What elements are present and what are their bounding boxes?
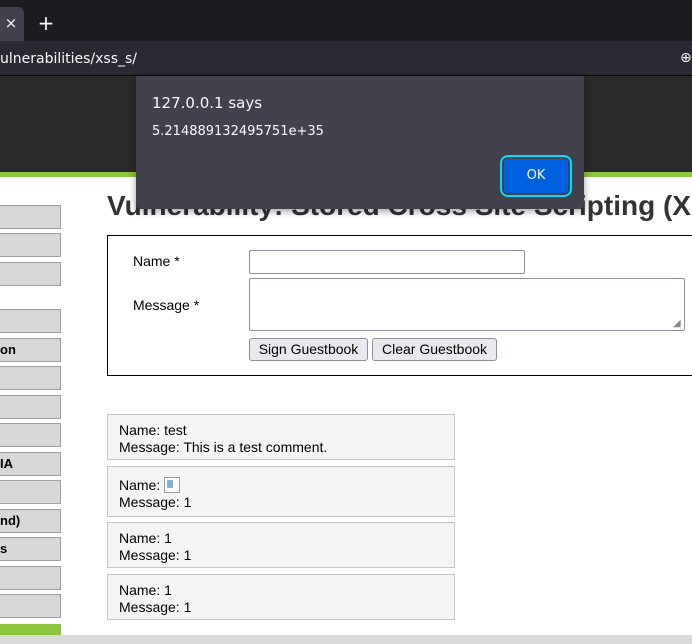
bottom-scroll-area	[0, 635, 692, 644]
menu-item[interactable]	[0, 395, 61, 419]
resize-handle-icon[interactable]: ◢	[673, 318, 681, 329]
ok-button[interactable]: OK	[504, 159, 568, 193]
new-tab-button[interactable]: +	[36, 13, 56, 33]
entry-message: Message: 1	[119, 546, 192, 563]
entry-message: Message: 1	[119, 493, 192, 510]
menu-item[interactable]	[0, 233, 61, 257]
menu-item[interactable]	[0, 309, 61, 333]
entry-name: Name: 1	[119, 582, 172, 598]
browser-top-strip	[0, 0, 692, 7]
alert-dialog: 127.0.0.1 says 5.214889132495751e+35 OK	[136, 76, 584, 209]
menu-item[interactable]	[0, 480, 61, 504]
guestbook-entry: Name: Message: 1	[107, 466, 455, 517]
menu-item[interactable]	[0, 366, 61, 390]
zoom-icon[interactable]: ⊕	[680, 49, 692, 67]
active-tab[interactable]: ×	[0, 7, 24, 41]
dialog-message: 5.214889132495751e+35	[152, 124, 324, 139]
broken-image-icon	[164, 477, 181, 493]
entry-name: Name:	[119, 477, 161, 493]
close-icon[interactable]: ×	[3, 14, 19, 32]
menu-item[interactable]: on	[0, 338, 61, 362]
name-label: Name *	[133, 253, 180, 269]
entry-name: Name: test	[119, 422, 187, 438]
menu-item[interactable]: IA	[0, 452, 61, 476]
menu-item[interactable]	[0, 423, 61, 447]
clear-guestbook-button[interactable]: Clear Guestbook	[372, 338, 497, 361]
name-input[interactable]	[249, 250, 525, 274]
entry-name: Name: 1	[119, 530, 172, 546]
address-bar[interactable]: ulnerabilities/xss_s/ ⊕	[0, 41, 692, 76]
menu-item[interactable]	[0, 566, 61, 590]
entry-message: Message: This is a test comment.	[119, 438, 328, 455]
menu-item[interactable]	[0, 205, 61, 229]
message-textarea[interactable]	[249, 278, 685, 331]
guestbook-entry: Name: 1 Message: 1	[107, 574, 455, 620]
message-label: Message *	[133, 297, 200, 313]
url-text[interactable]: ulnerabilities/xss_s/	[0, 51, 137, 67]
menu-item[interactable]	[0, 262, 61, 286]
sign-guestbook-button[interactable]: Sign Guestbook	[249, 338, 368, 361]
menu-item[interactable]: s	[0, 537, 61, 561]
tab-bar: × +	[0, 7, 692, 41]
guestbook-entry: Name: test Message: This is a test comme…	[107, 414, 455, 460]
guestbook-entry: Name: 1 Message: 1	[107, 522, 455, 568]
dialog-title: 127.0.0.1 says	[152, 94, 263, 112]
entry-message: Message: 1	[119, 598, 192, 615]
menu-item[interactable]	[0, 594, 61, 618]
menu-item[interactable]: nd)	[0, 509, 61, 533]
